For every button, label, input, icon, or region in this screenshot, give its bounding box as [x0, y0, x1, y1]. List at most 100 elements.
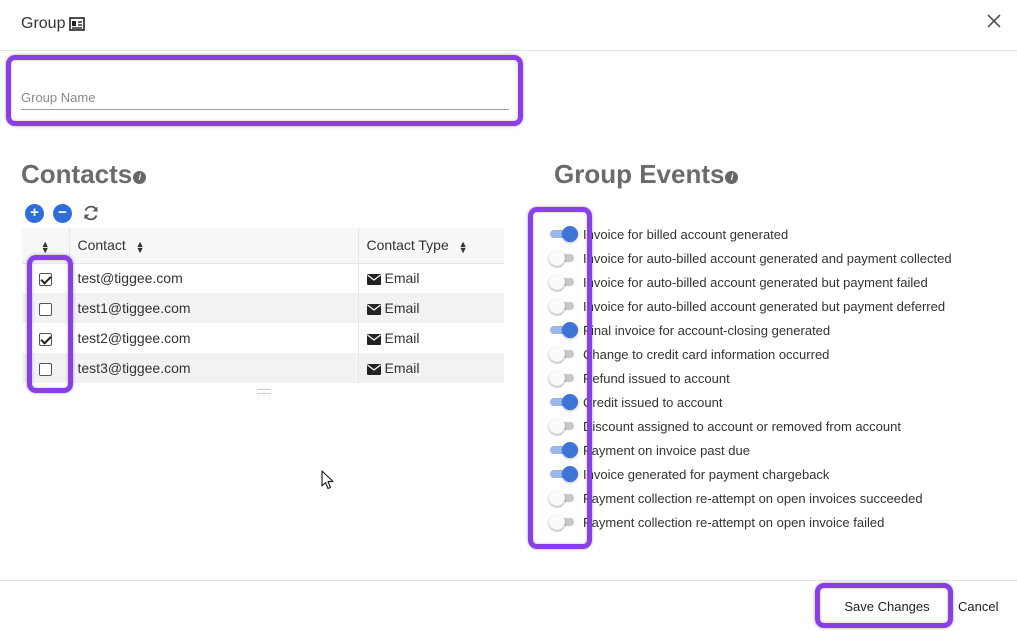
event-label: Invoice for auto-billed account generate…	[583, 274, 928, 290]
event-row: Credit issued to account	[549, 390, 1009, 414]
event-toggle[interactable]	[549, 414, 577, 438]
envelope-icon	[366, 303, 381, 315]
toggle-knob	[562, 226, 578, 242]
envelope-icon	[366, 333, 381, 345]
row-select-cell	[22, 323, 69, 353]
row-checkbox[interactable]	[38, 332, 52, 346]
sort-icon: ▲ ▼	[458, 238, 468, 255]
contact-email: test@tiggee.com	[77, 270, 183, 287]
table-row[interactable]: test3@tiggee.com Email	[22, 353, 504, 383]
dialog-title-text: Group	[21, 15, 66, 32]
event-row: Final invoice for account-closing genera…	[549, 318, 1009, 342]
toggle-knob	[549, 370, 565, 386]
toggle-knob	[562, 466, 578, 482]
contacts-heading: Contacts i	[21, 159, 147, 190]
toggle-knob	[562, 442, 578, 458]
toggle-knob	[562, 394, 578, 410]
event-row: Change to credit card information occurr…	[549, 342, 1009, 366]
event-row: Invoice for auto-billed account generate…	[549, 294, 1009, 318]
event-toggle[interactable]	[549, 294, 577, 318]
table-row[interactable]: test2@tiggee.com Email	[22, 323, 504, 353]
sort-icon: ▲ ▼	[40, 238, 50, 255]
save-changes-button[interactable]: Save Changes	[829, 596, 945, 618]
cancel-button[interactable]: Cancel	[958, 596, 998, 618]
remove-contact-button[interactable]: −	[53, 203, 72, 223]
contacts-table: ▲ ▼ Contact ▲ ▼ Contact Type ▲ ▼ test@tigge…	[22, 228, 504, 383]
contact-email: test1@tiggee.com	[77, 300, 191, 316]
event-label: Change to credit card information occurr…	[583, 346, 830, 362]
row-select-cell	[22, 353, 69, 383]
dialog-title: Group	[21, 15, 86, 33]
event-toggle[interactable]	[549, 390, 578, 414]
contact-type-cell: Email	[357, 263, 504, 293]
toggle-knob	[549, 274, 565, 290]
toggle-knob	[549, 346, 565, 362]
event-toggle[interactable]	[549, 222, 578, 246]
event-row: Invoice generated for payment chargeback	[549, 462, 1009, 486]
sort-icon: ▲ ▼	[135, 238, 145, 255]
row-select-cell	[22, 293, 69, 323]
event-label: Discount assigned to account or removed …	[583, 418, 901, 434]
event-label: Invoice for auto-billed account generate…	[583, 250, 952, 266]
event-row: Discount assigned to account or removed …	[549, 414, 1009, 438]
contact-email-cell: test1@tiggee.com	[68, 293, 358, 323]
contact-column-header[interactable]: Contact ▲ ▼	[68, 228, 358, 264]
select-column-header[interactable]: ▲ ▼	[22, 228, 69, 264]
add-contact-button[interactable]: +	[25, 203, 44, 223]
event-toggle[interactable]	[549, 366, 577, 390]
contact-column-label: Contact	[77, 237, 126, 254]
event-label: Invoice for auto-billed account generate…	[583, 298, 946, 314]
contact-type: Email	[384, 270, 420, 287]
contact-type-column-label: Contact Type	[366, 237, 449, 254]
event-label: Credit issued to account	[583, 394, 723, 410]
info-icon[interactable]: i	[725, 171, 739, 184]
event-label: Payment collection re-attempt on open in…	[583, 514, 885, 530]
contact-type-cell: Email	[357, 353, 504, 383]
row-select-cell	[22, 263, 69, 293]
event-row: Invoice for auto-billed account generate…	[549, 246, 1009, 270]
event-toggle[interactable]	[549, 342, 577, 366]
group-events-heading: Group Events i	[554, 159, 739, 190]
contact-type-cell: Email	[357, 293, 504, 323]
contacts-heading-text: Contacts	[21, 159, 133, 189]
event-toggle[interactable]	[549, 246, 577, 270]
event-row: Payment collection re-attempt on open in…	[549, 486, 1009, 510]
event-toggle[interactable]	[549, 270, 577, 294]
row-checkbox[interactable]	[38, 273, 52, 287]
contact-type-column-header[interactable]: Contact Type ▲ ▼	[357, 228, 504, 264]
envelope-icon	[366, 363, 381, 375]
event-row: Refund issued to account	[549, 366, 1009, 390]
group-events-heading-text: Group Events	[554, 159, 725, 189]
contact-email-cell: test2@tiggee.com	[68, 323, 358, 353]
group-name-input[interactable]	[21, 86, 509, 110]
close-icon[interactable]	[985, 12, 1003, 30]
info-icon[interactable]: i	[133, 171, 147, 184]
event-row: Invoice for billed account generated	[549, 222, 1009, 246]
contact-type: Email	[384, 360, 420, 376]
toggle-knob	[549, 514, 565, 530]
event-toggle[interactable]	[549, 438, 578, 462]
table-row[interactable]: test@tiggee.com Email	[22, 263, 504, 293]
event-row: Payment collection re-attempt on open in…	[549, 510, 1009, 534]
event-label: Refund issued to account	[583, 370, 730, 386]
event-toggle[interactable]	[549, 510, 577, 534]
contacts-table-header: ▲ ▼ Contact ▲ ▼ Contact Type ▲ ▼	[22, 228, 504, 264]
table-row[interactable]: test1@tiggee.com Email	[22, 293, 504, 323]
row-checkbox[interactable]	[38, 362, 52, 376]
event-label: Payment on invoice past due	[583, 442, 750, 458]
table-resize-handle[interactable]	[257, 389, 271, 394]
contact-type: Email	[384, 330, 420, 346]
event-label: Invoice generated for payment chargeback	[583, 466, 830, 482]
contact-email: test2@tiggee.com	[77, 330, 191, 346]
toggle-knob	[562, 322, 578, 338]
dialog-header: Group	[0, 0, 1017, 51]
event-toggle[interactable]	[549, 318, 578, 342]
refresh-icon[interactable]	[81, 203, 101, 223]
row-checkbox[interactable]	[38, 302, 52, 316]
event-label: Final invoice for account-closing genera…	[583, 322, 831, 338]
contacts-toolbar: + −	[25, 203, 101, 223]
event-row: Payment on invoice past due	[549, 438, 1009, 462]
event-toggle[interactable]	[549, 486, 577, 510]
envelope-icon	[366, 274, 381, 286]
event-toggle[interactable]	[549, 462, 578, 486]
